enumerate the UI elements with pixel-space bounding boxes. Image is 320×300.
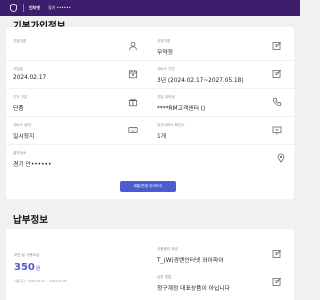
amount-unit: 원 <box>35 266 41 272</box>
field-value: 일시정지 <box>13 134 35 140</box>
field-install-location: 설치장소 경기 안•••••• <box>6 145 294 171</box>
field-agency: 가입 대리점 ****RM고객센터 () <box>150 89 290 115</box>
field-payment-method: 납부 방법 청구계정 대표상품이 아닙니다 <box>150 269 290 295</box>
payment-section-title: 납부정보 <box>13 215 48 226</box>
change-request-button[interactable]: 재통/변경 이어드리 <box>120 181 176 192</box>
field-label: 가입일 <box>13 67 23 71</box>
payment-card: 사용중인 요금 T_(W)광랜인터넷 와이파이 납부 방법 청구계정 대표상품이… <box>6 229 294 300</box>
edit-icon[interactable] <box>270 247 284 261</box>
field-label: 서비스 기간 <box>157 67 175 71</box>
field-value: 2024.02.17 <box>13 75 47 81</box>
monthly-fee-label: 이번 달 사용요금 <box>14 253 40 257</box>
field-label: 주거 구분 <box>13 95 28 99</box>
field-contract: 사업자명 무약정 <box>150 33 290 59</box>
field-type: 주거 구분 단품 <box>6 89 146 115</box>
calendar-icon[interactable] <box>126 67 140 81</box>
brand-label: 인터넷 <box>29 5 41 10</box>
edit-icon[interactable] <box>270 67 284 81</box>
field-label: 사업자명 <box>157 39 171 43</box>
shield-icon[interactable] <box>9 3 18 13</box>
field-join-date: 가입일 2024.02.17 <box>6 61 146 87</box>
field-value: 1개 <box>157 134 167 140</box>
top-bar: 인터넷 경기 •••••• <box>0 0 300 16</box>
field-line-count: 유선서비스 회선수 1개 <box>150 117 290 143</box>
field-label: 납부 방법 <box>157 275 172 279</box>
field-value: 무약정 <box>157 50 173 56</box>
field-label: 사용중인 요금 <box>157 247 178 251</box>
gift-icon[interactable] <box>126 95 140 109</box>
field-label: 유선서비스 회선수 <box>157 123 185 127</box>
field-service-period: 서비스 기간 3년 (2024.02.17~2027.05.18) <box>150 61 290 87</box>
tv-icon[interactable] <box>270 123 284 137</box>
field-label: 가입 대리점 <box>157 95 175 99</box>
field-value: ****RM고객센터 () <box>157 106 206 112</box>
amount-value: 350 <box>14 262 35 273</box>
edit-icon[interactable] <box>270 275 284 289</box>
field-value: 단품 <box>13 106 24 112</box>
field-subscriber-name: 가입자명 <box>6 33 146 59</box>
usage-period: 사용기간 : 2023.04.01 ~ 2023.04.30 <box>14 279 67 283</box>
edit-icon[interactable] <box>270 39 284 53</box>
field-value: 3년 (2024.02.17~2027.05.18) <box>157 78 244 84</box>
field-value: T_(W)광랜인터넷 와이파이 <box>157 258 224 264</box>
person-icon[interactable] <box>126 39 140 53</box>
header-divider <box>23 4 24 12</box>
field-label: 서비스 상태 <box>13 123 31 127</box>
location-pin-icon[interactable] <box>274 151 288 165</box>
phone-icon[interactable] <box>270 95 284 109</box>
keyboard-icon[interactable] <box>126 123 140 137</box>
monthly-fee-amount: 350원 <box>14 262 40 273</box>
field-label: 설치장소 <box>13 151 27 155</box>
subscription-card: 가입자명 사업자명 무약정 가입일 2024.02.17 서비스 기간 3년 (… <box>6 27 294 199</box>
field-value: 청구계정 대표상품이 아닙니다 <box>157 286 231 292</box>
field-label: 가입자명 <box>13 39 27 43</box>
location-label: 경기 •••••• <box>48 5 71 10</box>
field-service-status: 서비스 상태 일시정지 <box>6 117 146 143</box>
field-current-plan: 사용중인 요금 T_(W)광랜인터넷 와이파이 <box>150 241 290 267</box>
field-value: 경기 안•••••• <box>13 162 52 168</box>
